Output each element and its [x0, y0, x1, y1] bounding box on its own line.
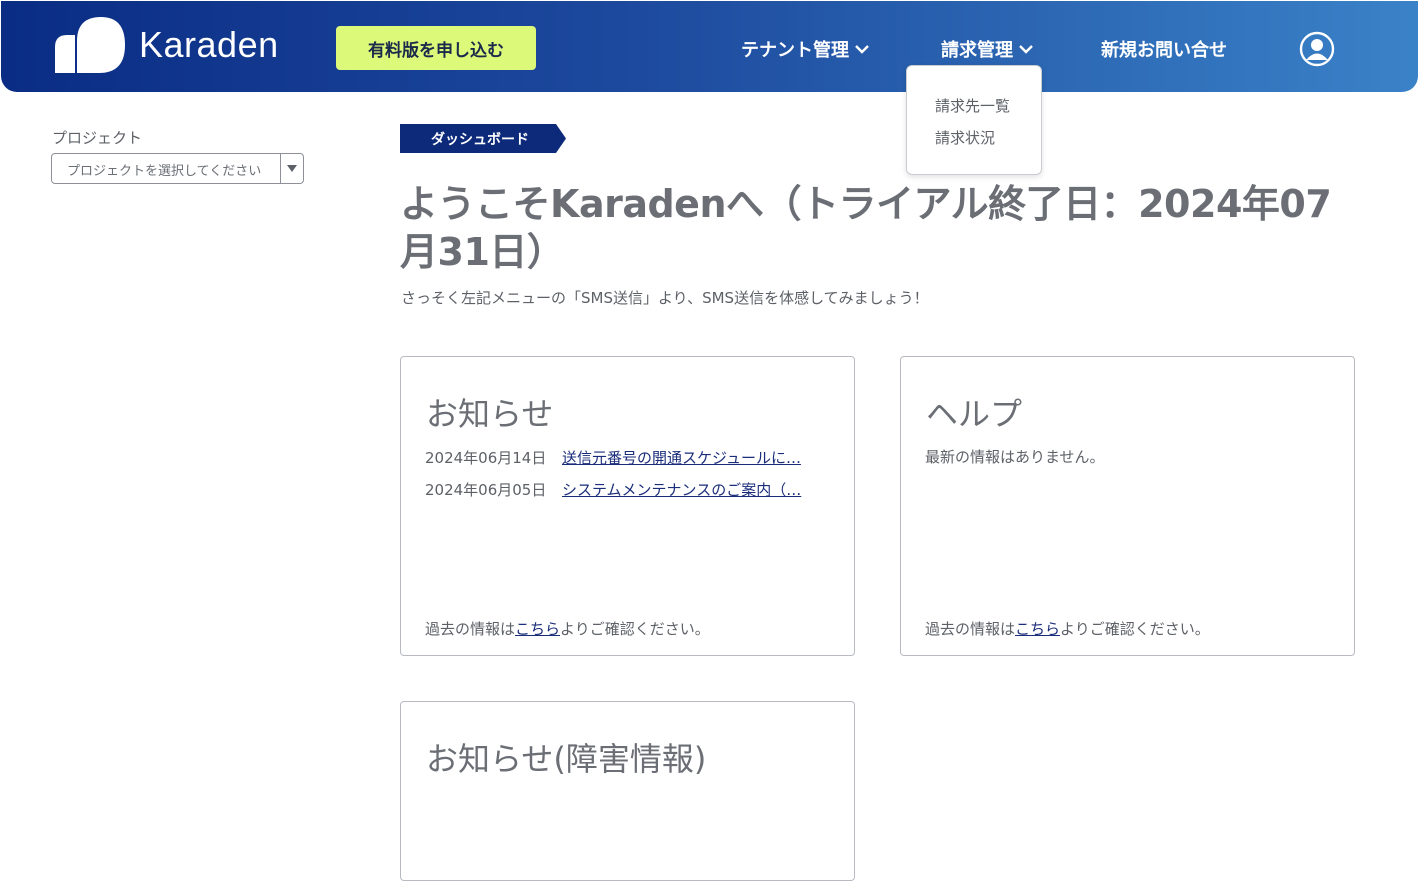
nav-billing-management[interactable]: 請求管理 — [941, 36, 1033, 62]
footer-suffix: よりご確認ください。 — [1060, 620, 1210, 638]
chevron-down-icon — [1019, 45, 1033, 54]
menu-item-billing-status[interactable]: 請求状況 — [935, 127, 995, 148]
project-select-placeholder: プロジェクトを選択してください — [67, 164, 262, 179]
nav-contact-label: 新規お問い合せ — [1101, 40, 1227, 61]
help-card-title: ヘルプ — [926, 395, 1023, 433]
news-date: 2024年06月05日 — [425, 481, 547, 499]
help-card: ヘルプ 最新の情報はありません。 過去の情報はこちらよりご確認ください。 — [900, 356, 1355, 656]
news-card: お知らせ 2024年06月14日 送信元番号の開通スケジュールに… 2024年0… — [400, 356, 855, 656]
chevron-down-icon — [855, 45, 869, 54]
outage-card: お知らせ(障害情報) — [400, 701, 855, 881]
footer-prefix: 過去の情報は — [425, 620, 516, 638]
news-link[interactable]: システムメンテナンスのご案内（… — [562, 479, 818, 500]
menu-item-billing-list[interactable]: 請求先一覧 — [935, 95, 1010, 116]
outage-card-title: お知らせ(障害情報) — [426, 740, 707, 778]
list-item: 2024年06月05日 システムメンテナンスのご案内（… — [425, 479, 818, 500]
nav-new-contact[interactable]: 新規お問い合せ — [1101, 36, 1227, 62]
logo[interactable]: Karaden — [55, 17, 279, 73]
nav-tenant-management[interactable]: テナント管理 — [741, 36, 869, 62]
project-label: プロジェクト — [52, 129, 143, 147]
page-subtitle: さっそく左記メニューの「SMS送信」より、SMS送信を体感してみましょう！ — [401, 289, 929, 307]
upgrade-button[interactable]: 有料版を申し込む — [336, 26, 536, 70]
news-archive-link[interactable]: こちら — [515, 620, 560, 638]
logo-text: Karaden — [139, 24, 279, 65]
news-link[interactable]: 送信元番号の開通スケジュールに… — [562, 447, 818, 468]
nav-billing-label: 請求管理 — [941, 40, 1013, 61]
billing-dropdown-menu: 請求先一覧 請求状況 — [906, 65, 1042, 175]
caret-down-icon — [287, 165, 297, 172]
karaden-logo-icon — [55, 17, 125, 73]
footer-suffix: よりご確認ください。 — [560, 620, 710, 638]
page-title: ようこそKaradenへ（トライアル終了日：2024年07月31日） — [400, 182, 1332, 274]
help-archive-link[interactable]: こちら — [1015, 620, 1060, 638]
nav-tenant-label: テナント管理 — [741, 40, 849, 61]
help-card-footer: 過去の情報はこちらよりご確認ください。 — [925, 618, 1210, 639]
list-item: 2024年06月14日 送信元番号の開通スケジュールに… — [425, 447, 818, 468]
news-card-title: お知らせ — [426, 395, 554, 433]
breadcrumb[interactable]: ダッシュボード — [400, 124, 560, 153]
news-card-footer: 過去の情報はこちらよりご確認ください。 — [425, 618, 710, 639]
news-date: 2024年06月14日 — [425, 449, 547, 467]
user-account-icon[interactable] — [1299, 31, 1335, 67]
help-empty-message: 最新の情報はありません。 — [925, 448, 1105, 466]
footer-prefix: 過去の情報は — [925, 620, 1016, 638]
top-header: Karaden 有料版を申し込む テナント管理 請求管理 新規お問い合せ — [1, 1, 1418, 92]
project-select[interactable]: プロジェクトを選択してください — [51, 153, 304, 184]
select-arrow-button[interactable] — [280, 154, 303, 183]
